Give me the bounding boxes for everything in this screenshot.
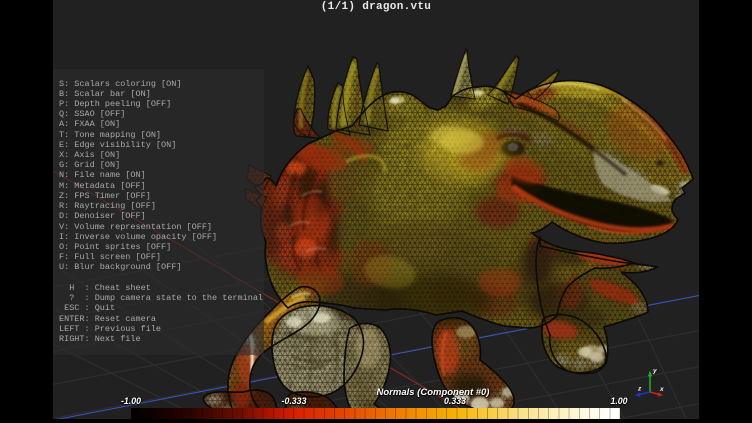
svg-text:z: z [637, 386, 642, 393]
svg-text:x: x [659, 386, 664, 393]
svg-text:y: y [652, 368, 657, 375]
